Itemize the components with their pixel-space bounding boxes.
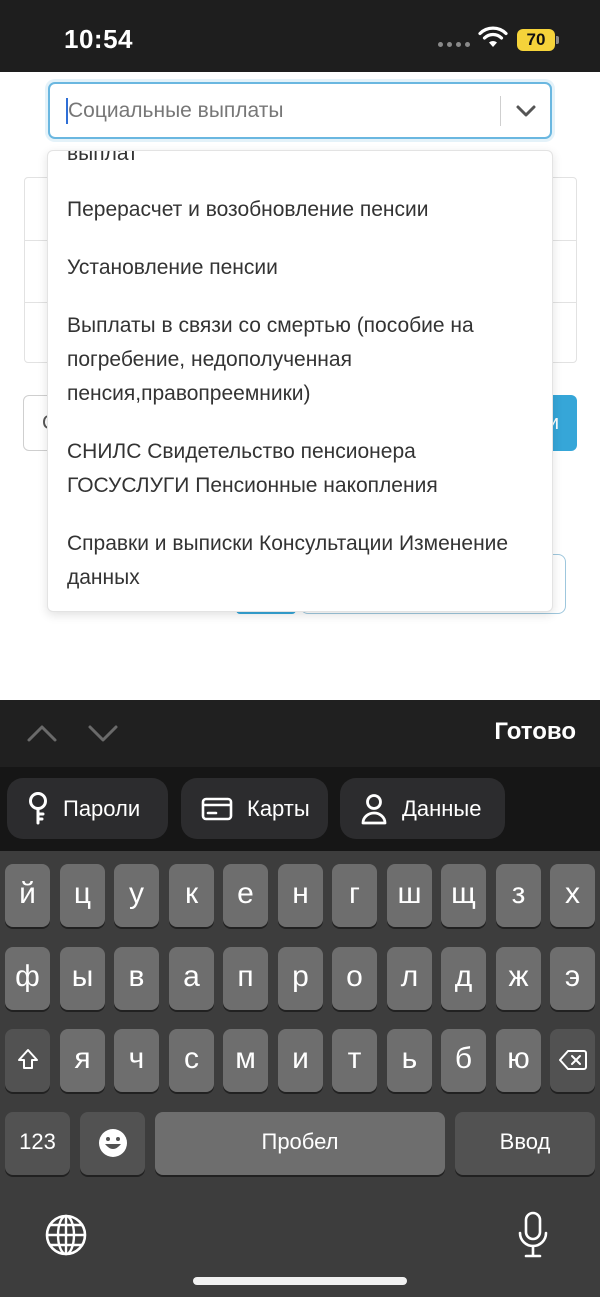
chevron-up-icon[interactable] — [26, 722, 58, 744]
shift-icon — [17, 1049, 38, 1069]
menu-item[interactable]: СНИЛС Свидетельство пенсионера ГОСУСЛУГИ… — [67, 435, 537, 503]
key[interactable]: ь — [387, 1029, 432, 1092]
key[interactable]: ч — [114, 1029, 159, 1092]
status-time: 10:54 — [64, 24, 133, 54]
battery-icon: 70 — [517, 29, 555, 51]
key[interactable]: у — [114, 864, 159, 927]
person-icon — [361, 793, 387, 824]
numbers-key[interactable]: 123 — [5, 1112, 70, 1175]
shift-key[interactable] — [5, 1029, 50, 1092]
battery-tip — [556, 36, 559, 44]
autofill-bar: Пароли Карты Данные — [0, 767, 600, 851]
microphone-icon[interactable] — [516, 1211, 550, 1259]
key[interactable]: ы — [60, 947, 105, 1010]
key[interactable]: э — [550, 947, 595, 1010]
emoji-icon — [98, 1129, 127, 1157]
emoji-key[interactable] — [80, 1112, 145, 1175]
key[interactable]: к — [169, 864, 214, 927]
select-separator — [500, 96, 501, 126]
key[interactable]: й — [5, 864, 50, 927]
chevron-down-icon[interactable] — [512, 98, 540, 124]
key[interactable]: е — [223, 864, 268, 927]
backspace-icon — [558, 1050, 587, 1070]
key[interactable]: ш — [387, 864, 432, 927]
key[interactable]: ю — [496, 1029, 541, 1092]
status-bar: 10:54 70 — [0, 0, 600, 72]
key[interactable]: р — [278, 947, 323, 1010]
key[interactable]: с — [169, 1029, 214, 1092]
key[interactable]: д — [441, 947, 486, 1010]
chip-label: Данные — [402, 795, 482, 821]
dropdown-menu[interactable]: выплат Перерасчет и возобновление пенсии… — [47, 150, 553, 612]
menu-item[interactable]: Справки и выписки Консультации Изменение… — [67, 527, 537, 595]
chevron-down-icon[interactable] — [87, 722, 119, 744]
menu-item[interactable]: Установление пенсии — [67, 251, 537, 285]
contact-data-chip[interactable]: Данные — [340, 778, 505, 839]
menu-item[interactable]: выплат — [67, 151, 537, 171]
text-cursor — [66, 98, 68, 124]
category-select[interactable] — [48, 82, 552, 139]
key[interactable]: о — [332, 947, 377, 1010]
passwords-chip[interactable]: Пароли — [7, 778, 168, 839]
key[interactable]: х — [550, 864, 595, 927]
key[interactable]: щ — [441, 864, 486, 927]
key[interactable]: л — [387, 947, 432, 1010]
key[interactable]: г — [332, 864, 377, 927]
backspace-key[interactable] — [550, 1029, 595, 1092]
signal-icon — [438, 42, 470, 47]
key[interactable]: н — [278, 864, 323, 927]
key[interactable]: м — [223, 1029, 268, 1092]
key[interactable]: ф — [5, 947, 50, 1010]
return-key[interactable]: Ввод — [455, 1112, 595, 1175]
chip-label: Пароли — [63, 795, 141, 821]
done-button[interactable]: Готово — [494, 718, 576, 746]
key[interactable]: а — [169, 947, 214, 1010]
keyboard: й ц у к е н г ш щ з х ф ы в а п р о л д … — [0, 851, 600, 1297]
keyboard-accessory-bar: Готово — [0, 700, 600, 767]
key[interactable]: п — [223, 947, 268, 1010]
key[interactable]: в — [114, 947, 159, 1010]
card-icon — [201, 797, 233, 820]
key-icon — [29, 791, 47, 824]
key[interactable]: з — [496, 864, 541, 927]
wifi-icon — [478, 26, 508, 47]
key[interactable]: ж — [496, 947, 541, 1010]
space-key[interactable]: Пробел — [155, 1112, 445, 1175]
menu-item[interactable]: Перерасчет и возобновление пенсии — [67, 193, 537, 227]
key[interactable]: т — [332, 1029, 377, 1092]
key[interactable]: б — [441, 1029, 486, 1092]
home-indicator — [193, 1277, 407, 1285]
menu-item[interactable]: Выплаты в связи со смертью (пособие на п… — [67, 309, 537, 411]
select-search-input[interactable] — [68, 84, 488, 137]
key[interactable]: и — [278, 1029, 323, 1092]
globe-icon[interactable] — [44, 1213, 88, 1257]
chip-label: Карты — [247, 795, 310, 821]
cards-chip[interactable]: Карты — [181, 778, 328, 839]
key[interactable]: ц — [60, 864, 105, 927]
key[interactable]: я — [60, 1029, 105, 1092]
